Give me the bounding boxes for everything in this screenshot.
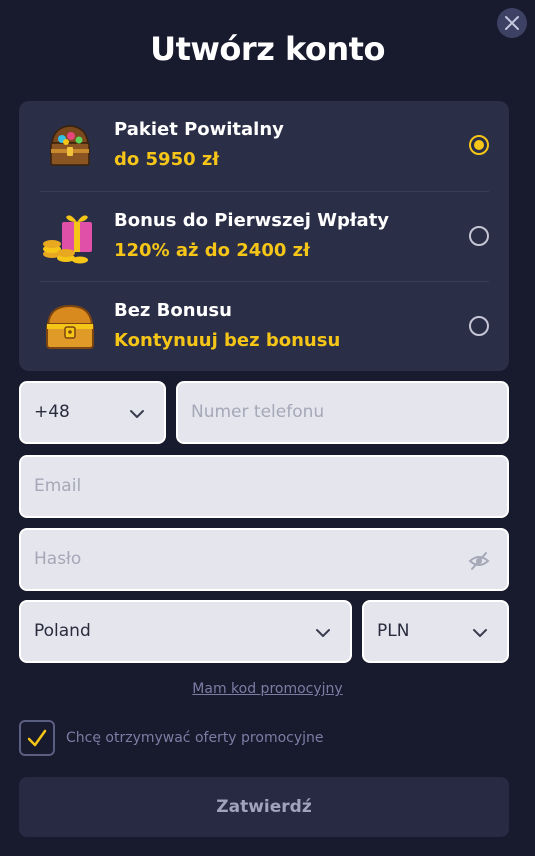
treasure-chest-gems-icon	[50, 125, 90, 166]
chevron-down-icon	[473, 629, 487, 637]
close-icon	[505, 16, 519, 30]
bonus-option-no-bonus[interactable]: Bez Bonusu Kontynuuj bez bonusu	[40, 281, 489, 371]
bonus-radio[interactable]	[469, 316, 489, 336]
email-placeholder: Email	[34, 476, 82, 496]
bonus-radio[interactable]	[469, 226, 489, 246]
password-placeholder: Hasło	[34, 549, 82, 569]
phone-input[interactable]: Numer telefonu	[176, 381, 509, 444]
promo-consent-label: Chcę otrzymywać oferty promocyjne	[66, 730, 324, 746]
bonus-title: Pakiet Powitalny	[114, 119, 284, 140]
password-input[interactable]: Hasło	[19, 528, 509, 591]
country-code-select[interactable]: +48	[19, 381, 166, 444]
bonus-amount: 120% aż do 2400 zł	[114, 240, 310, 261]
bonus-option-first-deposit[interactable]: Bonus do Pierwszej Wpłaty 120% aż do 240…	[40, 191, 489, 281]
bonus-title: Bez Bonusu	[114, 300, 232, 321]
bonus-option-welcome-package[interactable]: Pakiet Powitalny do 5950 zł	[40, 101, 489, 191]
bonus-description: Kontynuuj bez bonusu	[114, 330, 341, 351]
chevron-down-icon	[130, 410, 144, 418]
checkmark-icon	[27, 729, 47, 747]
bonus-amount: do 5950 zł	[114, 149, 220, 170]
country-value: Poland	[34, 621, 91, 641]
country-select[interactable]: Poland	[19, 600, 352, 663]
submit-button[interactable]: Zatwierdź	[19, 777, 509, 837]
promo-consent-checkbox[interactable]	[19, 720, 55, 756]
signup-modal: Utwórz konto Pakiet Powitalny do 5950 zł	[0, 0, 535, 856]
treasure-chest-icon	[46, 304, 94, 349]
phone-placeholder: Numer telefonu	[191, 402, 325, 422]
email-input[interactable]: Email	[19, 455, 509, 518]
currency-value: PLN	[377, 621, 410, 641]
bonus-selector: Pakiet Powitalny do 5950 zł Bonus do Pie…	[19, 101, 509, 371]
bonus-title: Bonus do Pierwszej Wpłaty	[114, 210, 390, 231]
currency-select[interactable]: PLN	[362, 600, 509, 663]
country-code-value: +48	[34, 402, 70, 422]
bonus-radio-selected[interactable]	[469, 135, 489, 155]
promo-code-link[interactable]: Mam kod promocyjny	[0, 681, 535, 697]
eye-off-icon[interactable]	[468, 550, 490, 572]
gift-box-coins-icon	[43, 215, 92, 264]
chevron-down-icon	[316, 629, 330, 637]
page-title: Utwórz konto	[150, 30, 385, 68]
